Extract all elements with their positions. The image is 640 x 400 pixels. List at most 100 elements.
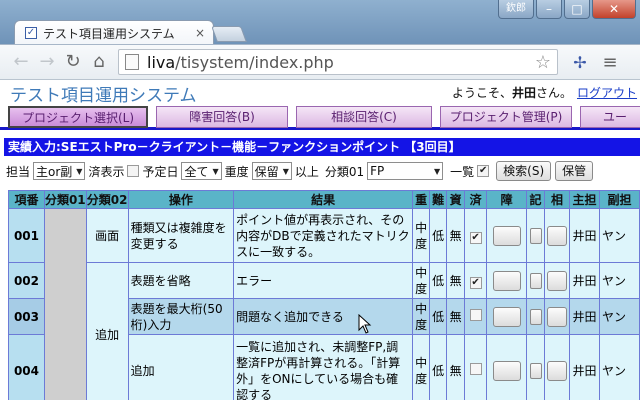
consult-cell: [544, 334, 571, 400]
chevron-down-icon: ▼: [76, 166, 83, 176]
bookmark-star-icon[interactable]: ☆: [535, 52, 551, 73]
maximize-button[interactable]: □: [564, 0, 590, 19]
note-button[interactable]: [529, 227, 542, 244]
col-header[interactable]: 相: [544, 190, 571, 209]
done-checkbox[interactable]: ✔: [469, 231, 482, 244]
planned-date-value: 全て: [184, 164, 209, 179]
done-checkbox[interactable]: ✔: [469, 276, 482, 289]
col-header[interactable]: 障: [486, 190, 528, 209]
test-items-table: 項番 分類01 分類02 操作 結果 重 難 資 済 障 記 相 主担 副担 0…: [8, 190, 640, 400]
main-owner-cell: 井田: [569, 262, 600, 299]
welcome-suffix: さん。: [536, 86, 573, 100]
logout-link[interactable]: ログアウト: [577, 84, 637, 101]
severity-cell: 中度: [412, 334, 431, 400]
item-id: 001: [8, 208, 45, 263]
page-icon: [125, 54, 139, 70]
bug-button[interactable]: [492, 360, 521, 381]
list-checkbox[interactable]: ✔: [477, 165, 490, 177]
done-checkbox[interactable]: [469, 362, 482, 375]
app-header: テスト項目運用システム ようこそ、井田さん。 ログアウト: [0, 80, 640, 106]
severity-label: 重度: [224, 164, 249, 179]
browser-tab[interactable]: ✓ テスト項目運用システム ×: [14, 20, 214, 45]
tab-project-select[interactable]: プロジェクト選択(L): [8, 106, 148, 128]
sub-owner-cell: ヤン: [599, 262, 640, 299]
col-header[interactable]: 結果: [233, 190, 414, 209]
planned-date-select[interactable]: 全て ▼: [181, 162, 222, 180]
category-select[interactable]: FP ▼: [367, 162, 444, 180]
consult-cell: [544, 262, 571, 299]
owner-select-value: 主or副: [36, 164, 73, 179]
operation-cell: 表題を最大桁(50桁)入力: [127, 298, 235, 335]
note-button[interactable]: [529, 308, 542, 325]
done-cell: ✔: [464, 262, 488, 299]
severity-cell: 中度: [412, 262, 431, 299]
reload-icon[interactable]: ↻: [60, 49, 86, 75]
done-checkbox[interactable]: [469, 308, 482, 321]
tab-consult-answer[interactable]: 相談回答(C): [296, 106, 432, 128]
table-row[interactable]: 002 追加 表題を省略 エラー 中度 低 無 ✔ 井田 ヤン: [8, 262, 640, 400]
done-cell: [464, 298, 488, 335]
item-id: 004: [8, 334, 45, 400]
sub-owner-cell: ヤン: [599, 298, 640, 335]
col-header[interactable]: 項番: [8, 190, 45, 209]
operation-cell: 種類又は複雑度を変更する: [127, 208, 235, 263]
address-url[interactable]: liva/tisystem/index.php: [147, 53, 535, 72]
col-header[interactable]: 難: [429, 190, 448, 209]
bug-button[interactable]: [492, 270, 521, 291]
minimize-button[interactable]: –: [536, 0, 562, 19]
difficulty-cell: 低: [429, 334, 448, 400]
consult-button[interactable]: [547, 360, 568, 381]
bug-button[interactable]: [492, 225, 521, 246]
consult-button[interactable]: [547, 306, 568, 327]
note-cell: [526, 334, 546, 400]
col-header[interactable]: 分類01: [43, 190, 87, 209]
note-button[interactable]: [529, 272, 542, 289]
note-button[interactable]: [529, 362, 542, 379]
col-header[interactable]: 副担: [599, 190, 640, 209]
tab-bug-answer[interactable]: 障害回答(B): [156, 106, 288, 128]
address-bar[interactable]: liva/tisystem/index.php ☆: [118, 49, 558, 75]
tab-project-admin[interactable]: プロジェクト管理(P): [440, 106, 572, 128]
cat02-cell: 追加: [85, 262, 129, 400]
col-header[interactable]: 資: [446, 190, 466, 209]
tab-close-icon[interactable]: ×: [195, 26, 205, 40]
result-cell: 問題なく追加できる: [233, 298, 414, 335]
col-header[interactable]: 操作: [127, 190, 235, 209]
menu-icon[interactable]: ≡: [598, 52, 622, 73]
col-header[interactable]: 主担: [569, 190, 600, 209]
home-icon[interactable]: ⌂: [86, 49, 112, 75]
severity-select[interactable]: 保留 ▼: [251, 162, 292, 180]
consult-cell: [544, 208, 571, 263]
back-arrow-icon[interactable]: ←: [8, 49, 34, 75]
profile-badge[interactable]: 欽郎: [498, 0, 534, 19]
extension-icon[interactable]: ✢: [568, 53, 592, 72]
col-header[interactable]: 分類02: [85, 190, 129, 209]
col-header[interactable]: 記: [526, 190, 546, 209]
bug-button[interactable]: [492, 306, 521, 327]
cat01-cell: [43, 208, 87, 400]
done-display-label: 済表示: [88, 164, 125, 179]
browser-titlebar: ✓ テスト項目運用システム × 欽郎 – □ ✕: [0, 0, 640, 45]
forward-arrow-icon[interactable]: →: [34, 49, 60, 75]
list-label: 一覧: [450, 164, 475, 179]
consult-button[interactable]: [547, 225, 568, 246]
search-button[interactable]: 検索(S): [496, 161, 552, 181]
item-id: 002: [8, 262, 45, 299]
close-window-button[interactable]: ✕: [592, 0, 636, 19]
chevron-down-icon: ▼: [282, 166, 289, 176]
tab-user[interactable]: ユー: [580, 106, 640, 128]
col-header[interactable]: 済: [464, 190, 488, 209]
tab-title: テスト項目運用システム: [43, 26, 175, 41]
bug-cell: [486, 208, 528, 263]
done-display-checkbox[interactable]: [127, 165, 140, 177]
result-cell: エラー: [233, 262, 414, 299]
save-button[interactable]: 保管: [555, 161, 594, 181]
owner-select[interactable]: 主or副 ▼: [33, 162, 86, 180]
new-tab-button[interactable]: [211, 26, 247, 42]
severity-cell: 中度: [412, 208, 431, 263]
table-header-row: 項番 分類01 分類02 操作 結果 重 難 資 済 障 記 相 主担 副担: [8, 190, 640, 209]
col-header[interactable]: 重: [412, 190, 431, 209]
table-row[interactable]: 001 画面 種類又は複雑度を変更する ポイント値が再表示され、その内容がDBで…: [8, 208, 640, 400]
consult-button[interactable]: [547, 270, 568, 291]
window-controls: 欽郎 – □ ✕: [498, 0, 636, 19]
